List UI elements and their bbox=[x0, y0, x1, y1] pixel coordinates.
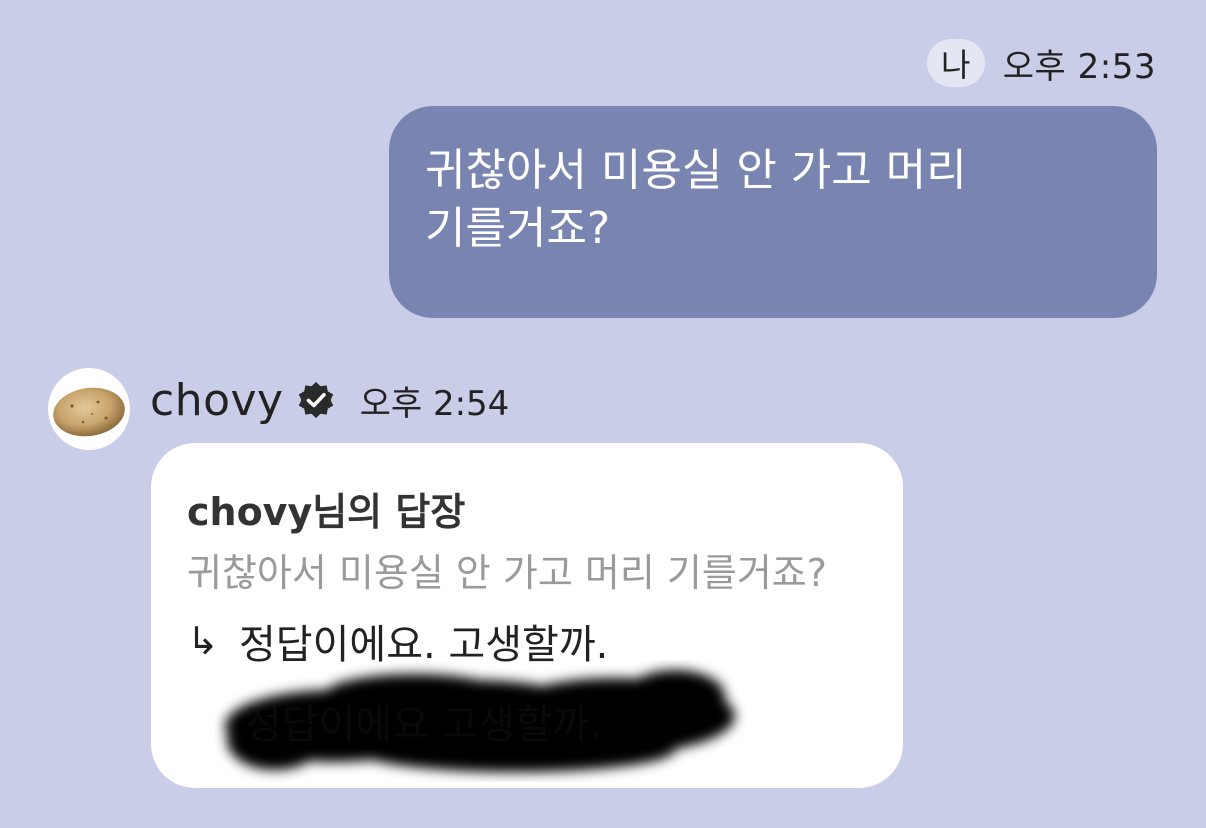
outgoing-message-bubble[interactable]: 귀찮아서 미용실 안 가고 머리 기를거죠? bbox=[389, 106, 1157, 318]
chat-view: 나 오후 2:53 귀찮아서 미용실 안 가고 머리 기를거죠? chovy 오… bbox=[0, 0, 1206, 828]
incoming-message-header: chovy 오후 2:54 bbox=[150, 372, 509, 428]
reply-arrow-icon: ↳ bbox=[187, 619, 219, 663]
avatar[interactable] bbox=[48, 368, 130, 450]
sender-badge: 나 bbox=[926, 39, 985, 87]
potato-avatar-icon bbox=[53, 387, 125, 437]
reply-quote: 귀찮아서 미용실 안 가고 머리 기를거죠? bbox=[187, 551, 827, 595]
message-time: 오후 2:53 bbox=[1002, 46, 1156, 87]
svg-text:정답이에요 고생할까.: 정답이에요 고생할까. bbox=[245, 702, 602, 748]
verified-badge-icon bbox=[298, 382, 333, 418]
sender-name[interactable]: chovy bbox=[150, 375, 284, 426]
redaction-scribble: 정답이에요 고생할까. bbox=[225, 670, 735, 772]
message-text: 귀찮아서 미용실 안 가고 머리 기를거죠? bbox=[425, 145, 967, 254]
reply-title: chovy님의 답장 bbox=[187, 490, 466, 534]
outgoing-message-header: 나 오후 2:53 bbox=[926, 38, 1156, 88]
message-time: 오후 2:54 bbox=[359, 383, 510, 424]
